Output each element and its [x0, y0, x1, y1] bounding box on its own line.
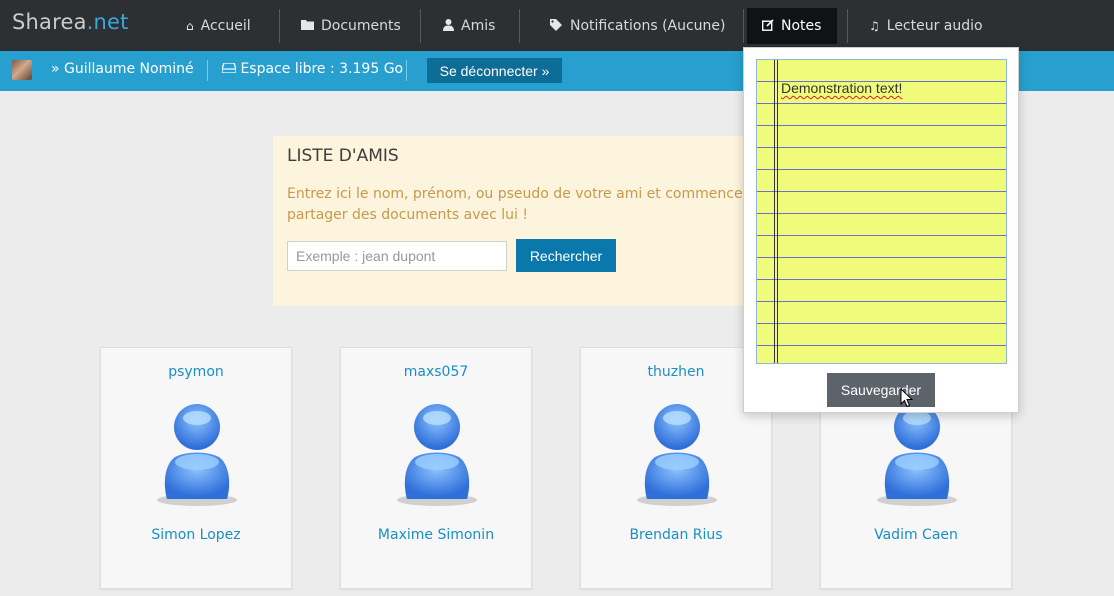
nav-item-amis[interactable]: Amis: [443, 8, 495, 44]
nav-divider: [847, 9, 848, 43]
nav-label: Notes: [781, 18, 822, 34]
note-text: Demonstration text!: [781, 80, 903, 96]
friend-name[interactable]: Brendan Rius: [581, 527, 771, 543]
notes-textarea[interactable]: Demonstration text!: [756, 59, 1007, 364]
save-notes-button[interactable]: Sauvegarder: [827, 373, 935, 407]
user-avatar-icon: [157, 404, 237, 506]
nav-label: Lecteur audio: [886, 18, 983, 34]
user-name-link[interactable]: » Guillaume Nominé: [51, 61, 194, 77]
user-avatar-icon: [637, 404, 717, 506]
avatar[interactable]: [12, 60, 32, 80]
friend-name[interactable]: Simon Lopez: [101, 527, 291, 543]
friends-description: Entrez ici le nom, prénom, ou pseudo de …: [287, 186, 763, 223]
friends-search-panel: LISTE D'AMIS Entrez ici le nom, prénom, …: [273, 136, 763, 306]
folder-icon: [301, 19, 314, 33]
storage-label: Espace libre : 3.195 Go: [240, 61, 404, 77]
page-title: LISTE D'AMIS: [287, 146, 399, 166]
home-icon: ⌂: [186, 19, 194, 33]
nav-divider: [743, 9, 744, 43]
notepad-margin-line: [774, 60, 775, 363]
friend-username[interactable]: maxs057: [341, 364, 531, 380]
mouse-cursor-icon: [900, 388, 914, 408]
brand-logo[interactable]: Sharea.net: [12, 10, 129, 34]
subbar-divider: [406, 60, 407, 81]
nav-divider: [420, 9, 421, 43]
friend-name[interactable]: Maxime Simonin: [341, 527, 531, 543]
nav-label: Documents: [321, 18, 401, 34]
nav-label: Amis: [461, 18, 496, 34]
nav-divider: [519, 9, 520, 43]
friend-search-input[interactable]: [287, 241, 507, 271]
friend-card[interactable]: maxs057 Maxime Simonin: [340, 347, 532, 589]
nav-item-accueil[interactable]: ⌂ Accueil: [186, 8, 251, 44]
friend-name[interactable]: Vadim Caen: [821, 527, 1011, 543]
friend-username[interactable]: psymon: [101, 364, 291, 380]
music-icon: ♫: [869, 19, 880, 33]
notes-popup: Demonstration text! Sauvegarder: [743, 47, 1019, 413]
subbar-divider: [207, 60, 208, 81]
nav-item-notifications[interactable]: Notifications (Aucune): [550, 8, 726, 44]
friend-card[interactable]: psymon Simon Lopez: [100, 347, 292, 589]
user-avatar-icon: [397, 404, 477, 506]
nav-divider: [279, 9, 280, 43]
notepad-margin-line: [777, 60, 778, 363]
hdd-icon: [221, 61, 240, 77]
logout-button[interactable]: Se déconnecter »: [427, 58, 562, 83]
user-avatar-icon: [877, 404, 957, 506]
nav-item-lecteur-audio[interactable]: ♫ Lecteur audio: [869, 8, 983, 44]
search-button[interactable]: Rechercher: [516, 239, 616, 272]
nav-item-notes[interactable]: Notes: [747, 8, 837, 44]
nav-item-documents[interactable]: Documents: [301, 8, 401, 44]
edit-icon: [761, 18, 774, 34]
tags-icon: [550, 18, 563, 34]
nav-label: Notifications (Aucune): [570, 18, 726, 34]
nav-label: Accueil: [200, 18, 251, 34]
storage-info: Espace libre : 3.195 Go: [221, 61, 404, 77]
top-navbar: Sharea.net ⌂ Accueil Documents Amis Noti…: [0, 0, 1114, 51]
user-icon: [443, 18, 454, 34]
